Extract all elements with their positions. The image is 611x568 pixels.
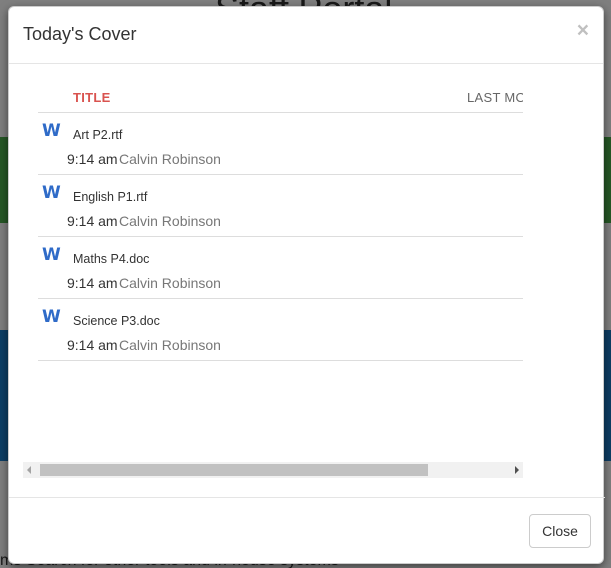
modal-footer: Close (9, 497, 605, 563)
file-time: 9:14 am (67, 213, 118, 229)
table-row[interactable]: W English P1.rtf 9:14 am Calvin Robinson (38, 175, 523, 237)
modal-title: Today's Cover (23, 24, 137, 44)
table-header: TITLE LAST MO (38, 82, 523, 113)
word-doc-icon: W (42, 183, 61, 203)
scroll-left-arrow-icon[interactable] (27, 466, 31, 474)
scrollbar-thumb[interactable] (40, 464, 428, 476)
horizontal-scrollbar[interactable] (23, 462, 523, 478)
file-author: Calvin Robinson (119, 213, 221, 229)
file-author: Calvin Robinson (119, 151, 221, 167)
file-time: 9:14 am (67, 151, 118, 167)
file-name[interactable]: Science P3.doc (73, 314, 160, 328)
cover-modal: Today's Cover × TITLE LAST MO W Art P2.r… (8, 6, 605, 564)
file-time: 9:14 am (67, 275, 118, 291)
table-row[interactable]: W Maths P4.doc 9:14 am Calvin Robinson (38, 237, 523, 299)
column-header-title[interactable]: TITLE (73, 90, 111, 105)
file-author: Calvin Robinson (119, 337, 221, 353)
file-name[interactable]: Art P2.rtf (73, 128, 122, 142)
word-doc-icon: W (42, 121, 61, 141)
table-row[interactable]: W Science P3.doc 9:14 am Calvin Robinson (38, 299, 523, 361)
close-icon[interactable]: × (577, 20, 589, 41)
file-time: 9:14 am (67, 337, 118, 353)
table-row[interactable]: W Art P2.rtf 9:14 am Calvin Robinson (38, 113, 523, 175)
close-button[interactable]: Close (529, 514, 591, 548)
file-author: Calvin Robinson (119, 275, 221, 291)
scroll-right-arrow-icon[interactable] (515, 466, 519, 474)
column-header-last-modified[interactable]: LAST MO (467, 90, 523, 105)
word-doc-icon: W (42, 245, 61, 265)
file-name[interactable]: English P1.rtf (73, 190, 147, 204)
file-name[interactable]: Maths P4.doc (73, 252, 149, 266)
files-table: TITLE LAST MO W Art P2.rtf 9:14 am Calvi… (38, 82, 523, 372)
modal-header: Today's Cover × (9, 7, 603, 64)
word-doc-icon: W (42, 307, 61, 327)
